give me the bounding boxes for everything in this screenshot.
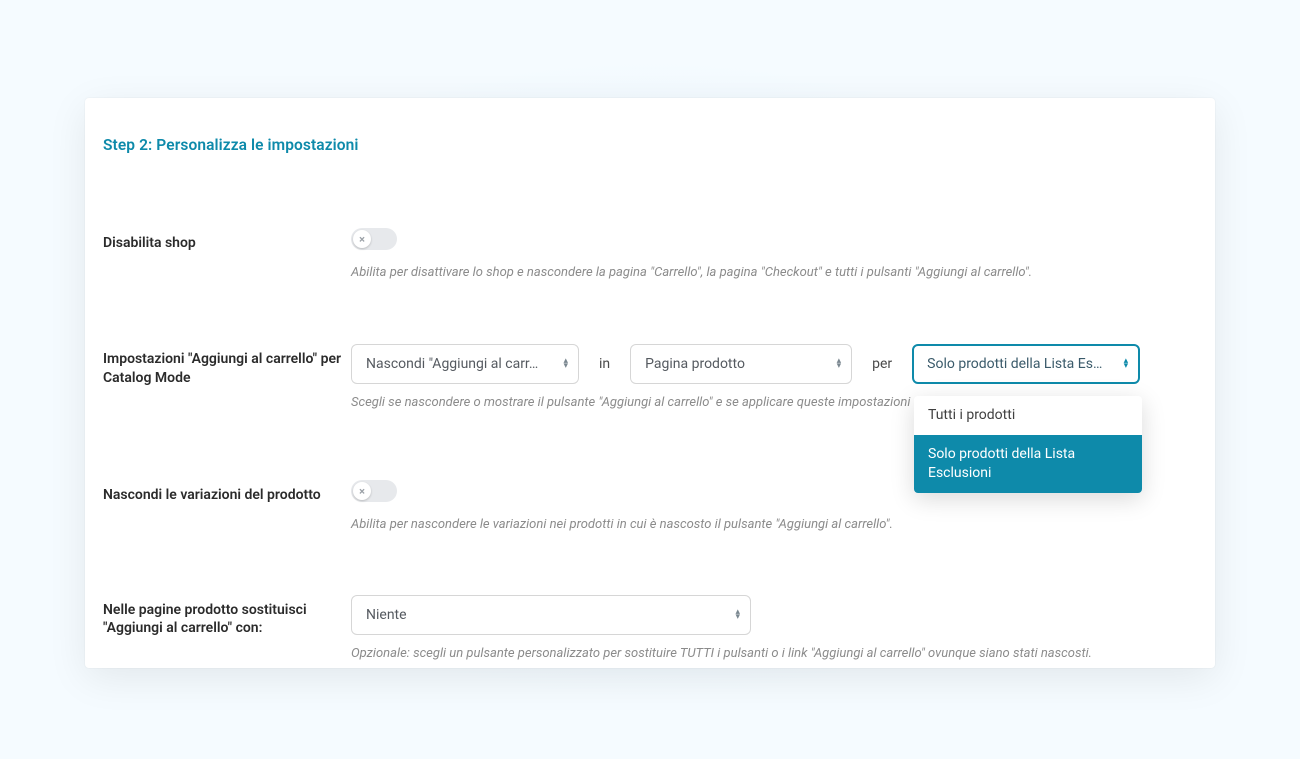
toggle-disable-shop[interactable]: × <box>351 228 397 250</box>
select-scope-value: Solo prodotti della Lista Esc… <box>927 356 1109 372</box>
dropdown-item-all-products[interactable]: Tutti i prodotti <box>914 396 1142 435</box>
select-hide-show-action-value: Nascondi "Aggiungi al carr… <box>366 356 538 372</box>
close-icon: × <box>353 230 371 248</box>
label-add-to-cart: Impostazioni "Aggiungi al carrello" per … <box>103 344 351 388</box>
row-replace-with: Nelle pagine prodotto sostituisci "Aggiu… <box>103 595 1197 663</box>
toggle-hide-variations[interactable]: × <box>351 480 397 502</box>
chevron-updown-icon: ▴▾ <box>837 359 842 369</box>
select-replace-with[interactable]: Niente ▴▾ <box>351 595 751 635</box>
chevron-updown-icon: ▴▾ <box>1124 359 1129 369</box>
word-per: per <box>870 356 894 372</box>
label-disable-shop: Disabilita shop <box>103 228 351 253</box>
row-disable-shop: Disabilita shop × Abilita per disattivar… <box>103 228 1197 282</box>
row-add-to-cart: Impostazioni "Aggiungi al carrello" per … <box>103 344 1197 412</box>
settings-panel: Step 2: Personalizza le impostazioni Dis… <box>85 98 1215 668</box>
select-hide-show-action[interactable]: Nascondi "Aggiungi al carr… ▴▾ <box>351 344 579 384</box>
desc-replace-with: Opzionale: scegli un pulsante personaliz… <box>351 645 1197 663</box>
select-where-value: Pagina prodotto <box>645 356 745 372</box>
dropdown-item-exclusion-list[interactable]: Solo prodotti della Lista Esclusioni <box>914 435 1142 493</box>
ctrl-replace-with: Niente ▴▾ Opzionale: scegli un pulsante … <box>351 595 1197 663</box>
label-replace-with: Nelle pagine prodotto sostituisci "Aggiu… <box>103 595 351 639</box>
ctrl-disable-shop: × Abilita per disattivare lo shop e nasc… <box>351 228 1197 282</box>
select-scope[interactable]: Solo prodotti della Lista Esc… ▴▾ <box>912 344 1140 384</box>
desc-disable-shop: Abilita per disattivare lo shop e nascon… <box>351 264 1197 282</box>
word-in: in <box>597 356 612 372</box>
chevron-updown-icon: ▴▾ <box>735 610 740 620</box>
select-replace-with-value: Niente <box>366 607 407 623</box>
dropdown-scope: Tutti i prodotti Solo prodotti della Lis… <box>914 396 1142 493</box>
label-hide-variations: Nascondi le variazioni del prodotto <box>103 480 351 505</box>
inline-group-add-to-cart: Nascondi "Aggiungi al carr… ▴▾ in Pagina… <box>351 344 1197 384</box>
close-icon: × <box>353 482 371 500</box>
chevron-updown-icon: ▴▾ <box>563 359 568 369</box>
step-heading: Step 2: Personalizza le impostazioni <box>103 136 1197 154</box>
desc-hide-variations: Abilita per nascondere le variazioni nei… <box>351 516 1197 534</box>
select-where[interactable]: Pagina prodotto ▴▾ <box>630 344 852 384</box>
